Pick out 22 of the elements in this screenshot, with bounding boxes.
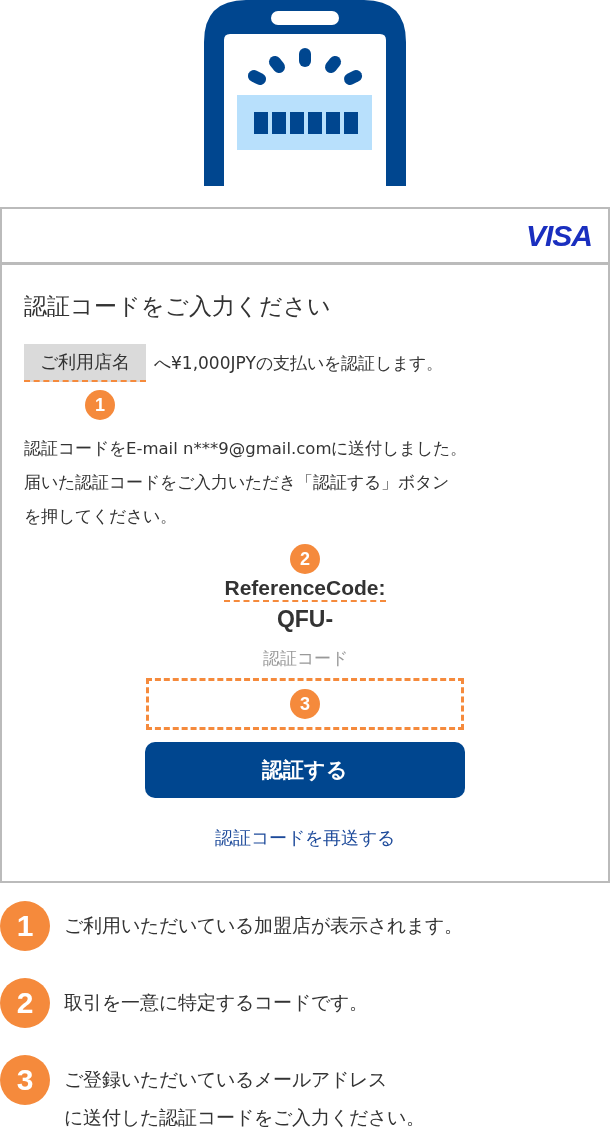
- reference-label: ReferenceCode:: [224, 576, 386, 602]
- marker-badge: 1: [85, 390, 115, 420]
- marker-badge: 3: [290, 689, 320, 719]
- brand-logo: VISA: [525, 218, 592, 253]
- message-text: 認証コードをE-mail n***9@gmail.comに送付しました。: [24, 438, 469, 460]
- submit-button[interactable]: 認証する: [145, 742, 465, 798]
- marker-badge: 2: [290, 544, 320, 574]
- legend-text: ご登録いただいているメールアドレス: [64, 1067, 388, 1092]
- legend-text: 取引を一意に特定するコードです。: [64, 990, 368, 1015]
- panel-title: 認証コードをご入力ください: [24, 292, 332, 321]
- message-text: を押してください。: [24, 506, 178, 528]
- number-badge: 3: [0, 1055, 50, 1105]
- reference-code: QFU-: [276, 606, 334, 633]
- legend-text: に送付した認証コードをご入力ください。: [64, 1105, 425, 1130]
- payment-text: へ¥1,000JPYの支払いを認証します。: [154, 351, 443, 375]
- number-badge: 2: [0, 978, 50, 1028]
- number-badge: 1: [0, 901, 50, 951]
- message-text: 届いた認証コードをご入力いただき「認証する」ボタン: [24, 472, 450, 494]
- merchant-name: ご利用店名: [24, 344, 146, 382]
- legend-text: ご利用いただいている加盟店が表示されます。: [64, 913, 463, 938]
- field-label: 認証コード: [262, 647, 348, 670]
- resend-link[interactable]: 認証コードを再送する: [215, 826, 395, 850]
